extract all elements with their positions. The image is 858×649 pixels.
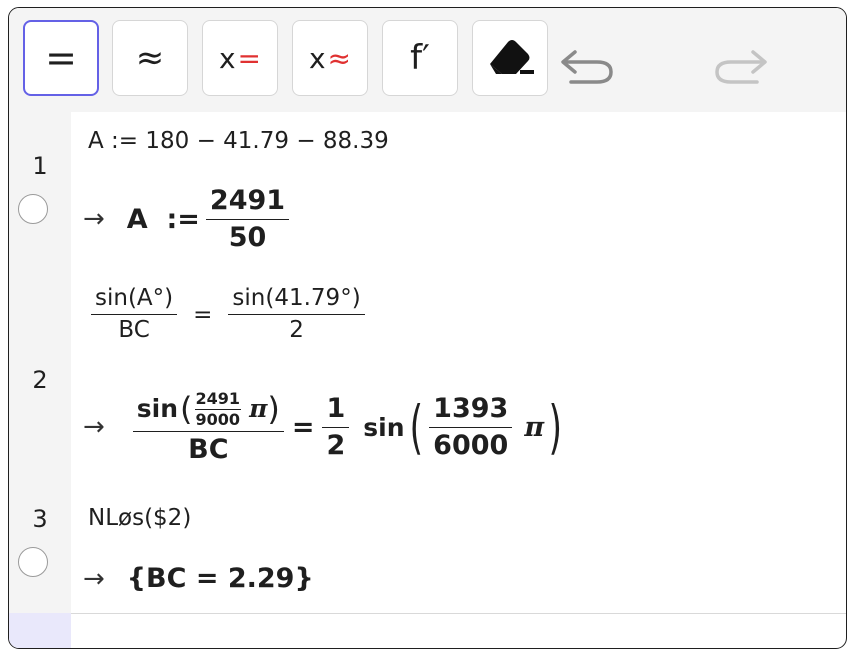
row-output: → A := 2491 50 — [83, 186, 295, 252]
nsolve-icon: x≈ — [309, 42, 351, 75]
fraction-numerator: 1393 — [429, 394, 513, 428]
eraser-icon — [490, 40, 534, 74]
cas-row-2[interactable]: 2 sin(A°) BC = sin(41.79°) 2 → sin ( 249… — [9, 270, 846, 488]
fraction-numerator: 2491 — [205, 186, 290, 220]
half-fraction: 1 2 — [322, 394, 350, 461]
output-result: {BC = 2.29} — [126, 563, 314, 594]
fraction-numerator: sin(41.79°) — [228, 285, 365, 316]
cas-row-1[interactable]: 1 A := 180 − 41.79 − 88.39 → A := 2491 5… — [9, 112, 846, 271]
fraction-numerator: 1 — [322, 394, 350, 428]
paren-close: ) — [267, 389, 280, 428]
output-equals: = — [291, 411, 315, 443]
pi-symbol: π — [249, 394, 268, 424]
equals-icon: = — [45, 36, 77, 80]
row-input[interactable]: sin(A°) BC = sin(41.79°) 2 — [85, 285, 371, 344]
pi-symbol: π — [524, 411, 545, 443]
redo-button[interactable] — [711, 38, 771, 88]
input-right-fraction: sin(41.79°) 2 — [228, 285, 365, 344]
solve-icon: x= — [219, 42, 261, 75]
derivative-button[interactable]: f′ — [382, 20, 458, 96]
row-output: → sin ( 2491 9000 π ) BC = 1 2 sin (139… — [83, 390, 567, 465]
row-input[interactable]: NLøs($2) — [88, 505, 191, 531]
input-equals: = — [193, 301, 213, 328]
row-number: 2 — [32, 366, 48, 394]
undo-icon — [561, 50, 613, 84]
nsolve-x-text: x — [308, 41, 326, 75]
output-lhs: A := — [126, 203, 200, 235]
paren-close: ) — [548, 393, 563, 462]
fraction-denominator: 2 — [326, 429, 346, 461]
fraction-denominator: 2 — [289, 317, 304, 344]
fraction-denominator: 6000 — [433, 429, 509, 461]
row-output: → {BC = 2.29} — [83, 563, 314, 594]
input-left-fraction: sin(A°) BC — [91, 285, 178, 344]
output-left-fraction: sin ( 2491 9000 π ) BC — [132, 389, 284, 466]
approx-icon: ≈ — [135, 38, 165, 78]
paren-open: ( — [180, 389, 193, 428]
cas-row-3[interactable]: 3 NLøs($2) → {BC = 2.29} — [9, 487, 846, 614]
result-arrow-icon: → — [83, 563, 105, 594]
fraction-denominator: 50 — [228, 221, 267, 253]
fraction-denominator: 9000 — [195, 409, 241, 429]
sin-function: sin — [363, 412, 405, 442]
nsolve-eq-text: ≈ — [327, 41, 352, 75]
evaluate-numeric-button[interactable]: ≈ — [112, 20, 188, 96]
arg-fraction: 1393 6000 — [429, 394, 513, 461]
row-gutter — [9, 112, 71, 270]
undo-button[interactable] — [557, 38, 617, 88]
fraction-numerator: 2491 — [194, 389, 242, 410]
inner-fraction: 2491 9000 — [194, 389, 242, 429]
row-number: 3 — [32, 505, 48, 533]
cas-toolbar: = ≈ x= x≈ f′ — [9, 8, 846, 113]
fraction-numerator: sin(A°) — [91, 285, 178, 316]
evaluate-exact-button[interactable]: = — [23, 20, 99, 96]
row-number: 1 — [32, 152, 48, 180]
next-row-gutter — [9, 613, 71, 648]
solve-eq-text: = — [237, 41, 262, 75]
visibility-toggle[interactable] — [18, 547, 48, 577]
fraction-numerator: sin ( 2491 9000 π ) — [132, 389, 284, 433]
numeric-solve-button[interactable]: x≈ — [292, 20, 368, 96]
solve-x-text: x — [218, 41, 236, 75]
delete-button[interactable] — [472, 20, 548, 96]
result-arrow-icon: → — [83, 204, 105, 235]
fraction-denominator: BC — [118, 317, 150, 344]
derivative-icon: f′ — [410, 38, 430, 78]
sin-function: sin — [136, 394, 179, 424]
row-input[interactable]: A := 180 − 41.79 − 88.39 — [88, 128, 389, 154]
paren-open: ( — [409, 393, 423, 462]
fraction-denominator: BC — [188, 434, 229, 466]
visibility-toggle[interactable] — [18, 194, 48, 224]
output-fraction: 2491 50 — [205, 186, 290, 253]
result-arrow-icon: → — [83, 412, 105, 443]
cas-view: = ≈ x= x≈ f′ 1 A:= 180 − 41.79 − 88.39 … — [8, 7, 847, 649]
redo-icon — [715, 50, 767, 84]
solve-button[interactable]: x= — [202, 20, 278, 96]
